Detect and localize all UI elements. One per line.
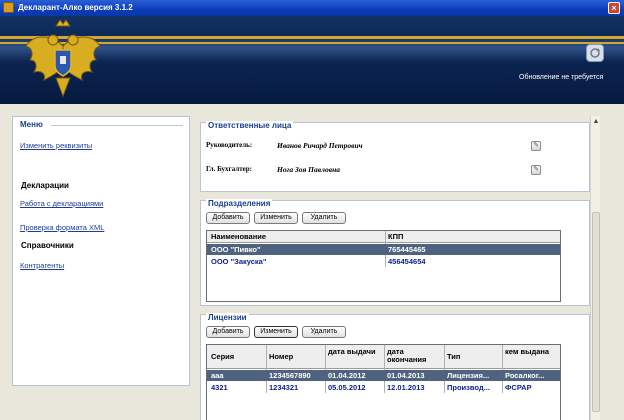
license-end-date: 12.01.2013 — [387, 383, 425, 392]
refresh-icon[interactable] — [586, 44, 604, 62]
menu-title: Меню — [20, 120, 43, 129]
license-end-date: 01.04.2013 — [387, 371, 425, 380]
scroll-up-arrow-icon[interactable]: ▲ — [592, 118, 600, 126]
table-row[interactable]: 4321 1234321 05.05.2012 12.01.2013 Произ… — [207, 382, 560, 393]
licenses-title: Лицензии — [206, 313, 249, 322]
title-bar: Декларант-Алко версия 3.1.2 × — [0, 0, 624, 16]
division-name: ООО "Пивко" — [211, 245, 261, 254]
column-header-kpp: КПП — [388, 232, 404, 241]
divisions-table-header: Наименование КПП — [207, 231, 560, 243]
vertical-scrollbar[interactable]: ▲ — [590, 116, 600, 420]
licenses-delete-button[interactable]: Удалить — [302, 326, 346, 338]
table-row[interactable]: aaa 1234567890 01.04.2012 01.04.2013 Лиц… — [207, 370, 560, 381]
divisions-delete-button[interactable]: Удалить — [302, 212, 346, 224]
licenses-table: Серия Номер дата выдачи дата окончания Т… — [206, 344, 561, 420]
accountant-value: Нога Зоя Павловна — [277, 165, 340, 174]
license-issue-date: 01.04.2012 — [328, 371, 366, 380]
column-header-end-date: дата окончания — [387, 347, 427, 364]
license-number: 1234321 — [269, 383, 299, 392]
table-row[interactable]: ООО "Пивко" 765445465 — [207, 244, 560, 255]
division-kpp: 765445465 — [388, 245, 426, 254]
contractors-link[interactable]: Контрагенты — [20, 261, 64, 270]
menu-divider — [51, 125, 183, 126]
license-series: 4321 — [211, 383, 228, 392]
app-icon — [3, 2, 14, 13]
check-xml-link[interactable]: Проверка формата XML — [20, 223, 104, 232]
licenses-section: Лицензии Добавить Изменить Удалить Серия… — [200, 313, 590, 420]
edit-icon: ✎ — [533, 142, 539, 149]
column-header-issued-by: кем выдана — [505, 347, 550, 356]
content-panel: Ответственные лица Руководитель: Иванов … — [200, 116, 590, 420]
divisions-section: Подразделения Добавить Изменить Удалить … — [200, 199, 590, 306]
license-number: 1234567890 — [269, 371, 311, 380]
column-header-series: Серия — [211, 352, 235, 361]
division-kpp: 456454654 — [388, 257, 426, 266]
division-name: ООО "Закуска" — [211, 257, 267, 266]
work-with-declarations-link[interactable]: Работа с декларациями — [20, 199, 103, 208]
references-title: Справочники — [21, 241, 74, 250]
edit-icon: ✎ — [533, 166, 539, 173]
responsible-persons-title: Ответственные лица — [206, 121, 294, 130]
window-title: Декларант-Алко версия 3.1.2 — [18, 3, 133, 12]
licenses-edit-button[interactable]: Изменить — [254, 326, 298, 338]
responsible-persons-section: Ответственные лица Руководитель: Иванов … — [200, 121, 590, 192]
coat-of-arms-emblem — [25, 19, 101, 98]
close-icon[interactable]: × — [608, 2, 620, 14]
license-issued-by: Росалког... — [505, 371, 545, 380]
license-series: aaa — [211, 371, 224, 380]
license-issued-by: ФСРАР — [505, 383, 532, 392]
column-header-type: Тип — [447, 352, 461, 361]
main-area: Меню Изменить реквизиты Декларации Работ… — [0, 104, 624, 420]
column-header-issue-date: дата выдачи — [328, 347, 376, 356]
column-header-name: Наименование — [211, 232, 267, 241]
licenses-add-button[interactable]: Добавить — [206, 326, 250, 338]
scrollbar-thumb[interactable] — [592, 212, 600, 412]
edit-director-button[interactable]: ✎ — [531, 141, 541, 151]
update-status-text: Обновление не требуется — [519, 74, 604, 81]
sidebar-menu: Меню Изменить реквизиты Декларации Работ… — [12, 116, 190, 386]
divisions-add-button[interactable]: Добавить — [206, 212, 250, 224]
accountant-label: Гл. Бухгалтер: — [206, 165, 252, 173]
director-label: Руководитель: — [206, 141, 253, 149]
table-row[interactable]: ООО "Закуска" 456454654 — [207, 256, 560, 267]
license-issue-date: 05.05.2012 — [328, 383, 366, 392]
edit-accountant-button[interactable]: ✎ — [531, 165, 541, 175]
divisions-edit-button[interactable]: Изменить — [254, 212, 298, 224]
director-value: Иванов Ричард Петрович — [277, 141, 363, 150]
column-header-number: Номер — [269, 352, 294, 361]
declarations-title: Декларации — [21, 181, 69, 190]
header-banner: Обновление не требуется — [0, 16, 624, 104]
divisions-table: Наименование КПП ООО "Пивко" 765445465 О… — [206, 230, 561, 302]
edit-requisites-link[interactable]: Изменить реквизиты — [20, 141, 92, 150]
divisions-title: Подразделения — [206, 199, 273, 208]
license-type: Производ... — [447, 383, 490, 392]
license-type: Лицензия... — [447, 371, 490, 380]
